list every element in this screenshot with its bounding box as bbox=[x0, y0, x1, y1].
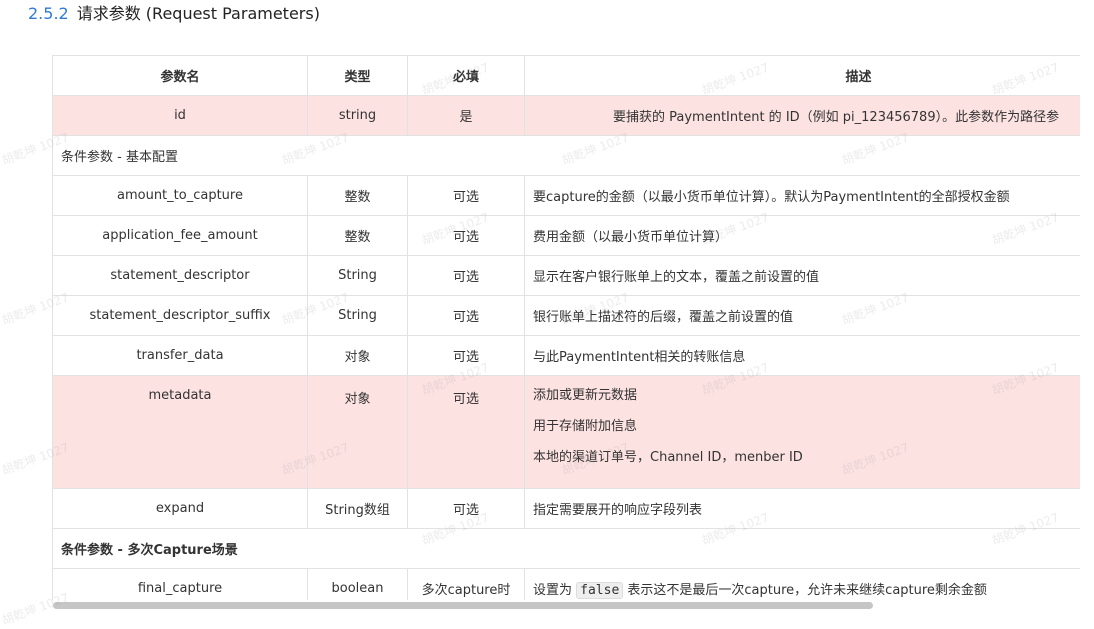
table-row: metadata 对象 可选 添加或更新元数据 用于存储附加信息 本地的渠道订单… bbox=[52, 375, 1080, 489]
param-type: 对象 bbox=[307, 375, 408, 489]
description-line: 本地的渠道订单号，Channel ID，menber ID bbox=[533, 450, 803, 465]
param-type: string bbox=[307, 95, 408, 136]
table-row: amount_to_capture 整数 可选 要capture的金额（以最小货… bbox=[52, 175, 1080, 216]
param-required: 可选 bbox=[407, 335, 525, 376]
param-type: 整数 bbox=[307, 215, 408, 256]
param-name: amount_to_capture bbox=[52, 175, 308, 216]
param-required: 可选 bbox=[407, 488, 525, 529]
param-required: 可选 bbox=[407, 255, 525, 296]
group-label: 条件参数 - 基本配置 bbox=[52, 135, 1080, 176]
horizontal-scrollbar[interactable] bbox=[53, 602, 873, 609]
section-title: 请求参数 (Request Parameters) bbox=[76, 4, 320, 23]
description-line: 用于存储附加信息 bbox=[533, 419, 638, 434]
inline-code: false bbox=[576, 582, 624, 599]
table-row: statement_descriptor_suffix String 可选 银行… bbox=[52, 295, 1080, 336]
param-name: application_fee_amount bbox=[52, 215, 308, 256]
section-heading: 2.5.2 请求参数 (Request Parameters) bbox=[28, 2, 320, 26]
description-line: 添加或更新元数据 bbox=[533, 388, 638, 403]
param-type: boolean bbox=[307, 568, 408, 600]
param-type: 整数 bbox=[307, 175, 408, 216]
param-description: 显示在客户银行账单上的文本，覆盖之前设置的值 bbox=[524, 255, 1080, 296]
param-description: 设置为 false 表示这不是最后一次capture，允许未来继续capture… bbox=[524, 568, 1080, 600]
param-description: 费用金额（以最小货币单位计算） bbox=[524, 215, 1080, 256]
table-row: final_capture boolean 多次capture时 设置为 fal… bbox=[52, 568, 1080, 600]
table-header-row: 参数名 类型 必填 描述 bbox=[52, 55, 1080, 96]
param-name: final_capture bbox=[52, 568, 308, 600]
parameters-table: 参数名 类型 必填 描述 id string 是 要捕获的 PaymentInt… bbox=[52, 55, 1080, 600]
parameters-table-container[interactable]: 参数名 类型 必填 描述 id string 是 要捕获的 PaymentInt… bbox=[52, 55, 1080, 600]
param-type: String数组 bbox=[307, 488, 408, 529]
param-description: 要捕获的 PaymentIntent 的 ID（例如 pi_123456789）… bbox=[524, 95, 1080, 136]
header-type: 类型 bbox=[307, 55, 408, 96]
description-text: 设置为 bbox=[533, 583, 577, 598]
param-description: 要capture的金额（以最小货币单位计算）。默认为PaymentIntent的… bbox=[524, 175, 1080, 216]
table-row: expand String数组 可选 指定需要展开的响应字段列表 bbox=[52, 488, 1080, 529]
description-text: 表示这不是最后一次capture，允许未来继续capture剩余金额 bbox=[623, 583, 987, 598]
param-name: statement_descriptor bbox=[52, 255, 308, 296]
section-number: 2.5.2 bbox=[28, 4, 69, 23]
param-description: 指定需要展开的响应字段列表 bbox=[524, 488, 1080, 529]
header-param-name: 参数名 bbox=[52, 55, 308, 96]
param-required: 可选 bbox=[407, 295, 525, 336]
param-required: 可选 bbox=[407, 175, 525, 216]
param-name: expand bbox=[52, 488, 308, 529]
group-row: 条件参数 - 基本配置 bbox=[52, 135, 1080, 176]
param-name: statement_descriptor_suffix bbox=[52, 295, 308, 336]
param-type: 对象 bbox=[307, 335, 408, 376]
table-row: statement_descriptor String 可选 显示在客户银行账单… bbox=[52, 255, 1080, 296]
param-name: transfer_data bbox=[52, 335, 308, 376]
param-required: 是 bbox=[407, 95, 525, 136]
param-description: 添加或更新元数据 用于存储附加信息 本地的渠道订单号，Channel ID，me… bbox=[524, 375, 1080, 489]
param-required: 多次capture时 bbox=[407, 568, 525, 600]
table-row: id string 是 要捕获的 PaymentIntent 的 ID（例如 p… bbox=[52, 95, 1080, 136]
param-description: 与此PaymentIntent相关的转账信息 bbox=[524, 335, 1080, 376]
param-name: id bbox=[52, 95, 308, 136]
param-type: String bbox=[307, 255, 408, 296]
param-description: 银行账单上描述符的后缀，覆盖之前设置的值 bbox=[524, 295, 1080, 336]
param-name: metadata bbox=[52, 375, 308, 489]
param-type: String bbox=[307, 295, 408, 336]
table-row: transfer_data 对象 可选 与此PaymentIntent相关的转账… bbox=[52, 335, 1080, 376]
header-description: 描述 bbox=[524, 55, 1080, 96]
group-label: 条件参数 - 多次Capture场景 bbox=[52, 528, 1080, 569]
param-required: 可选 bbox=[407, 215, 525, 256]
table-row: application_fee_amount 整数 可选 费用金额（以最小货币单… bbox=[52, 215, 1080, 256]
header-required: 必填 bbox=[407, 55, 525, 96]
group-row: 条件参数 - 多次Capture场景 bbox=[52, 528, 1080, 569]
param-required: 可选 bbox=[407, 375, 525, 489]
